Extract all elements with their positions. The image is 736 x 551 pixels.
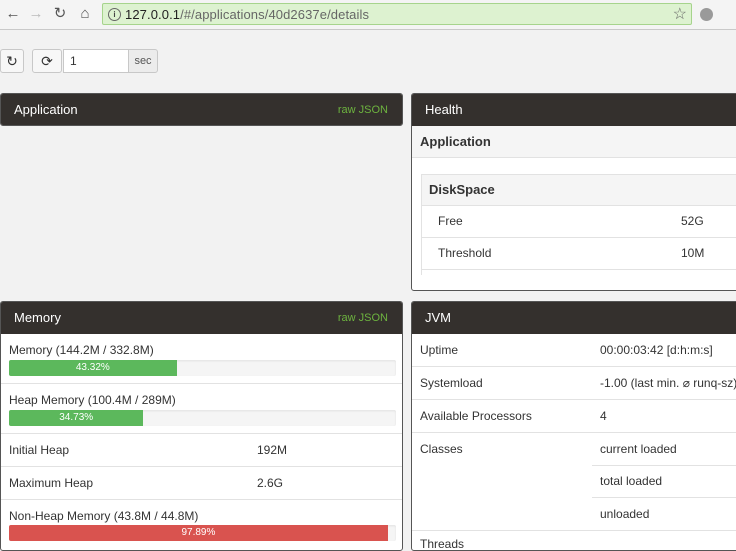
bookmark-star-icon[interactable]: ☆: [673, 4, 687, 24]
classes-total-cell: total loaded: [592, 466, 736, 498]
url-host: 127.0.0.1: [125, 7, 181, 22]
diskspace-subpanel: DiskSpace Free 52G Threshold 10M: [421, 174, 736, 275]
page-content: ↻ ⟳ sec Application raw JSON Health Appl…: [0, 31, 736, 551]
subsection-label: DiskSpace: [429, 182, 495, 197]
row-value: -1.00 (last min. ⌀ runq-sz): [600, 376, 736, 390]
initial-heap-row: Initial Heap 192M: [1, 434, 402, 467]
browser-toolbar: ← → ↻ ⌂ i 127.0.0.1/#/applications/40d26…: [0, 0, 736, 30]
classes-current-cell: current loaded: [592, 433, 736, 466]
systemload-row: Systemload -1.00 (last min. ⌀ runq-sz): [412, 367, 736, 400]
panel-title: Health: [425, 102, 463, 117]
classes-unloaded-label: unloaded: [600, 507, 650, 521]
health-application-row: Application: [412, 126, 736, 158]
back-arrow-icon[interactable]: ←: [4, 5, 22, 23]
forward-arrow-icon[interactable]: →: [27, 5, 45, 23]
health-panel-header: Health: [412, 94, 736, 126]
processors-row: Available Processors 4: [412, 400, 736, 433]
row-label: Uptime: [420, 343, 459, 357]
panel-title: JVM: [425, 310, 451, 325]
diskspace-threshold-row: Threshold 10M: [422, 238, 736, 270]
row-label: Systemload: [420, 376, 483, 390]
heap-memory-progress: 34.73%: [9, 410, 396, 426]
section-label: Application: [420, 134, 491, 149]
row-value: 2.6G: [257, 476, 284, 490]
reload-icon[interactable]: ↻: [51, 5, 69, 23]
url-path: /#/applications/40d2637e/details: [180, 7, 370, 22]
auto-refresh-button[interactable]: ⟳: [32, 49, 62, 73]
non-heap-memory-progress: 97.89%: [9, 525, 396, 541]
non-heap-memory-row: Non-Heap Memory (43.8M / 44.8M) 97.89%: [1, 500, 402, 550]
memory-progress: 43.32%: [9, 360, 396, 376]
memory-panel-header: Memory raw JSON: [1, 302, 402, 334]
non-heap-memory-label: Non-Heap Memory (43.8M / 44.8M): [9, 509, 199, 523]
row-value: 00:00:03:42 [d:h:m:s]: [600, 343, 713, 357]
diskspace-free-row: Free 52G: [422, 206, 736, 238]
row-label: Threshold: [438, 246, 492, 260]
interval-unit-label: sec: [128, 49, 158, 73]
classes-current-label: current loaded: [600, 442, 677, 456]
jvm-panel: JVM Uptime 00:00:03:42 [d:h:m:s] Systeml…: [411, 301, 736, 551]
row-label: Free: [438, 214, 463, 228]
classes-total-label: total loaded: [600, 474, 663, 488]
row-value: 4: [600, 409, 607, 423]
refresh-interval-input[interactable]: [63, 49, 129, 73]
row-value: 52G: [681, 214, 704, 228]
jvm-panel-header: JVM: [412, 302, 736, 334]
heap-memory-row: Heap Memory (100.4M / 289M) 34.73%: [1, 384, 402, 434]
row-label: Available Processors: [420, 409, 532, 423]
health-panel: Health Application DiskSpace Free 52G Th…: [411, 93, 736, 291]
raw-json-link[interactable]: raw JSON: [338, 302, 388, 334]
url-text[interactable]: 127.0.0.1/#/applications/40d2637e/detail…: [125, 7, 369, 22]
application-panel-header: Application raw JSON: [1, 94, 402, 125]
application-panel: Application raw JSON: [0, 93, 403, 126]
panel-title: Application: [14, 102, 78, 117]
memory-row: Memory (144.2M / 332.8M) 43.32%: [1, 334, 402, 384]
threads-row: Threads: [412, 531, 736, 551]
row-value: 10M: [681, 246, 705, 260]
heap-memory-label: Heap Memory (100.4M / 289M): [9, 393, 176, 407]
classes-unloaded-cell: unloaded: [592, 498, 736, 530]
diskspace-header: DiskSpace: [422, 175, 736, 206]
sync-icon: ⟳: [41, 53, 53, 69]
raw-json-link[interactable]: raw JSON: [338, 94, 388, 125]
extension-icon[interactable]: [700, 8, 713, 21]
row-label: Threads: [420, 537, 465, 551]
maximum-heap-row: Maximum Heap 2.6G: [1, 467, 402, 500]
memory-panel: Memory raw JSON Memory (144.2M / 332.8M)…: [0, 301, 403, 551]
uptime-row: Uptime 00:00:03:42 [d:h:m:s]: [412, 334, 736, 367]
memory-label: Memory (144.2M / 332.8M): [9, 343, 154, 357]
refresh-icon: ↻: [6, 53, 18, 69]
memory-progress-bar: 43.32%: [9, 360, 177, 376]
address-bar[interactable]: i 127.0.0.1/#/applications/40d2637e/deta…: [102, 3, 692, 25]
info-icon[interactable]: i: [108, 8, 121, 21]
row-label: Classes: [420, 442, 463, 456]
row-label: Initial Heap: [9, 443, 70, 457]
non-heap-memory-progress-bar: 97.89%: [9, 525, 388, 541]
home-icon[interactable]: ⌂: [76, 5, 94, 23]
classes-row: Classes current loaded total loaded unlo…: [412, 433, 736, 531]
panel-title: Memory: [14, 310, 61, 325]
heap-memory-progress-bar: 34.73%: [9, 410, 144, 426]
row-label: Maximum Heap: [9, 476, 94, 490]
row-value: 192M: [257, 443, 288, 457]
refresh-button[interactable]: ↻: [0, 49, 24, 73]
